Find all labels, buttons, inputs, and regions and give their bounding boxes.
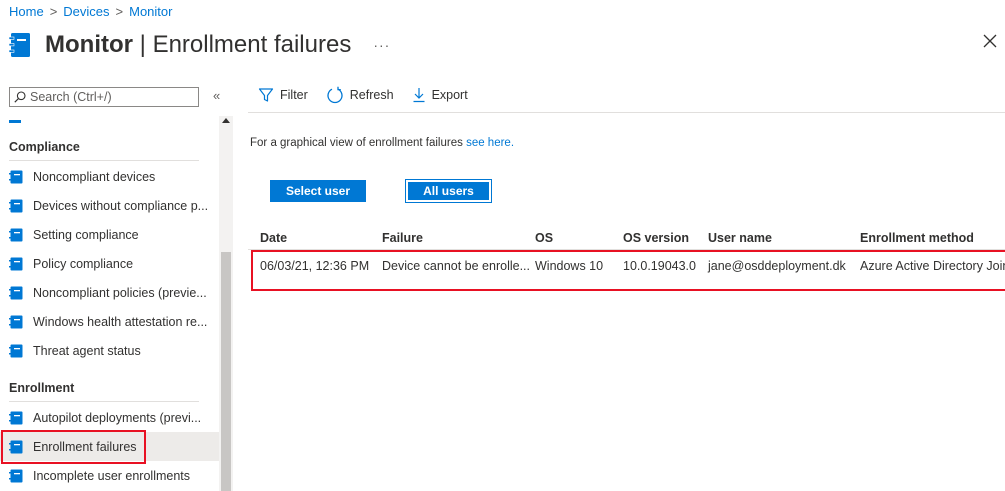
notebook-icon xyxy=(9,286,23,300)
filter-label: Filter xyxy=(280,88,308,102)
see-here-link[interactable]: see here. xyxy=(466,137,514,149)
download-icon xyxy=(413,88,425,103)
sidebar-item-devices-without-compliance[interactable]: Devices without compliance p... xyxy=(0,191,219,220)
filter-button[interactable]: Filter xyxy=(258,87,308,103)
cell-date: 06/03/21, 12:36 PM xyxy=(260,259,370,273)
table-row[interactable]: 06/03/21, 12:36 PM Device cannot be enro… xyxy=(248,253,1005,282)
notebook-icon xyxy=(9,257,23,271)
export-button[interactable]: Export xyxy=(412,87,468,103)
sidebar-item-threat-agent-status[interactable]: Threat agent status xyxy=(0,336,219,365)
sidebar-item-label: Windows health attestation re... xyxy=(33,314,208,329)
refresh-icon xyxy=(327,86,343,104)
search-icon xyxy=(14,91,26,103)
sidebar-item-label: Enrollment failures xyxy=(33,439,137,454)
breadcrumb-separator: > xyxy=(115,4,124,19)
breadcrumb-separator: > xyxy=(49,4,58,19)
sidebar-item-label: Noncompliant devices xyxy=(33,169,156,184)
sidebar-item-enrollment-failures[interactable]: Enrollment failures xyxy=(0,432,219,461)
sidebar-item-label: Incomplete user enrollments xyxy=(33,468,191,483)
column-header-failure[interactable]: Failure xyxy=(382,231,423,245)
cell-os: Windows 10 xyxy=(535,259,604,273)
collapse-sidebar-button[interactable]: « xyxy=(213,88,220,103)
page-title: Monitor | Enrollment failures xyxy=(45,31,352,58)
cell-failure: Device cannot be enrolle... xyxy=(382,259,531,273)
section-compliance: Compliance xyxy=(9,140,80,154)
section-enrollment: Enrollment xyxy=(9,381,75,395)
refresh-label: Refresh xyxy=(349,88,394,102)
column-header-enrollment-method[interactable]: Enrollment method xyxy=(860,231,974,245)
breadcrumb-monitor-link[interactable]: Monitor xyxy=(129,4,172,19)
sidebar-nav: Compliance Noncompliant devices Devices … xyxy=(0,120,219,491)
more-options-button[interactable]: ··· xyxy=(373,37,390,53)
sidebar-item-windows-health-attestation[interactable]: Windows health attestation re... xyxy=(0,307,219,336)
breadcrumb-home-link[interactable]: Home xyxy=(9,4,44,19)
page-header: Monitor | Enrollment failures ··· xyxy=(8,28,390,62)
search-input[interactable]: Search (Ctrl+/) xyxy=(9,87,199,107)
table-header: Date Failure OS OS version User name Enr… xyxy=(248,225,1005,250)
refresh-button[interactable]: Refresh xyxy=(326,86,394,104)
filter-icon xyxy=(258,88,274,102)
notebook-icon xyxy=(9,199,23,213)
sidebar-item-autopilot-deployments[interactable]: Autopilot deployments (previ... xyxy=(0,403,219,432)
command-bar: Filter Refresh Export xyxy=(258,86,468,104)
breadcrumb: Home > Devices > Monitor xyxy=(9,4,172,19)
notebook-icon xyxy=(9,411,23,425)
scrollbar-thumb[interactable] xyxy=(221,252,231,491)
sidebar-item-noncompliant-policies[interactable]: Noncompliant policies (previe... xyxy=(0,278,219,307)
divider xyxy=(248,112,1005,113)
select-user-button[interactable]: Select user xyxy=(270,180,366,202)
sidebar-item-label: Policy compliance xyxy=(33,256,134,271)
sidebar: Search (Ctrl+/) « Compliance Noncomplian… xyxy=(0,84,233,491)
export-label: Export xyxy=(431,88,468,102)
column-header-os-version[interactable]: OS version xyxy=(623,231,689,245)
all-users-button[interactable]: All users xyxy=(405,179,492,203)
column-header-os[interactable]: OS xyxy=(535,231,553,245)
notebook-icon xyxy=(9,170,23,184)
sidebar-item-label: Autopilot deployments (previ... xyxy=(33,410,202,425)
divider xyxy=(9,401,199,402)
sidebar-item-policy-compliance[interactable]: Policy compliance xyxy=(0,249,219,278)
sidebar-item-label: Noncompliant policies (previe... xyxy=(33,285,207,300)
search-placeholder: Search (Ctrl+/) xyxy=(30,90,112,104)
sidebar-item-setting-compliance[interactable]: Setting compliance xyxy=(0,220,219,249)
sidebar-item-label: Devices without compliance p... xyxy=(33,198,209,213)
notebook-icon xyxy=(9,315,23,329)
column-header-user-name[interactable]: User name xyxy=(708,231,772,245)
notebook-icon xyxy=(9,469,23,483)
close-icon[interactable] xyxy=(983,34,999,50)
breadcrumb-devices-link[interactable]: Devices xyxy=(63,4,109,19)
notebook-icon xyxy=(8,32,31,58)
sidebar-item-noncompliant-devices[interactable]: Noncompliant devices xyxy=(0,162,219,191)
divider xyxy=(9,160,199,161)
sidebar-item-incomplete-user-enrollments[interactable]: Incomplete user enrollments xyxy=(0,461,219,490)
scroll-up-arrow-icon[interactable] xyxy=(222,118,230,123)
partial-icon xyxy=(9,120,21,123)
cell-os-version: 10.0.19043.0 xyxy=(623,259,696,273)
cell-enrollment-method: Azure Active Directory Join xyxy=(860,259,1005,273)
sidebar-scrollbar[interactable] xyxy=(219,116,233,491)
notebook-icon xyxy=(9,344,23,358)
column-header-date[interactable]: Date xyxy=(260,231,287,245)
notebook-icon xyxy=(9,228,23,242)
notebook-icon xyxy=(9,440,23,454)
sidebar-item-label: Setting compliance xyxy=(33,227,139,242)
sidebar-item-label: Threat agent status xyxy=(33,343,141,358)
info-text: For a graphical view of enrollment failu… xyxy=(250,137,515,149)
cell-user-name: jane@osddeployment.dk xyxy=(708,259,846,273)
